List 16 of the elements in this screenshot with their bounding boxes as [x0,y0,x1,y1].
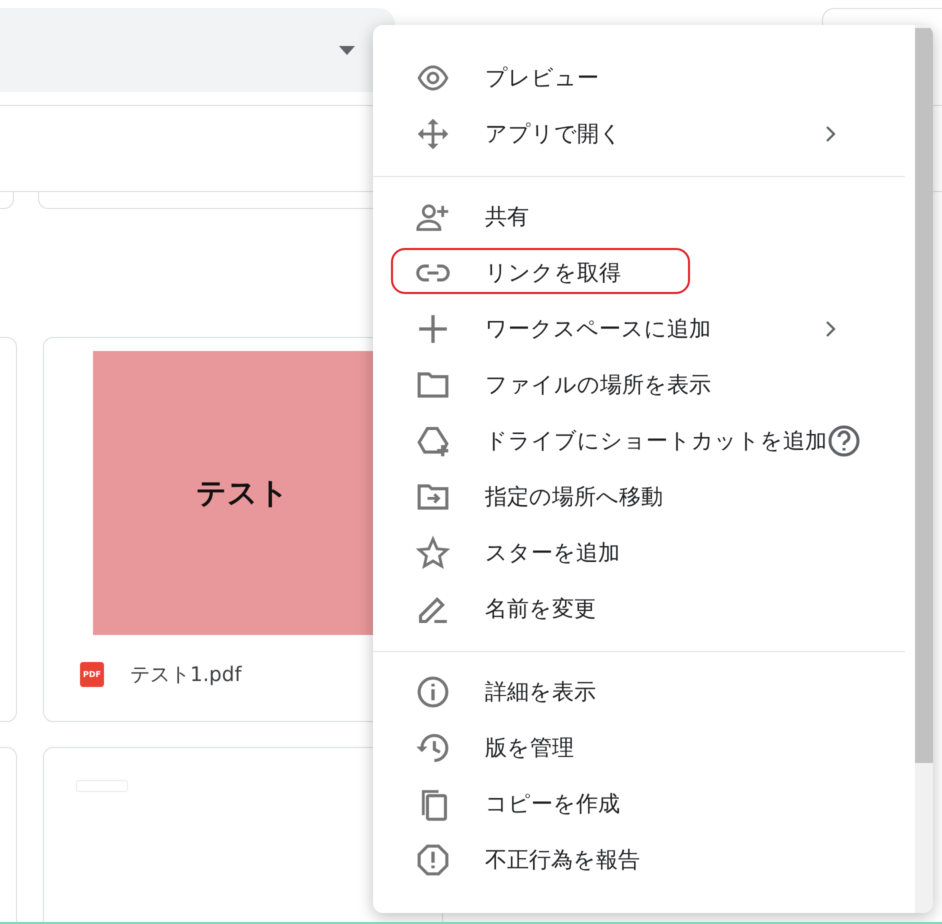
menu-item[interactable]: アプリで開く [373,106,905,162]
file-name: テスト1.pdf [130,661,242,688]
scrollbar[interactable] [915,25,933,913]
menu-item[interactable]: リンクを取得 [373,245,905,301]
move-arrows-icon [415,116,451,152]
menu-item[interactable]: プレビュー [373,50,905,106]
menu-item[interactable]: コピーを作成 [373,776,905,832]
star-icon [415,535,451,571]
help-icon[interactable] [827,424,861,458]
info-icon [415,674,451,710]
pdf-file-icon: PDF [80,662,104,687]
warning-icon [415,842,451,878]
menu-item[interactable]: 共有 [373,189,905,245]
dropdown-caret-icon[interactable] [339,46,355,54]
menu-item[interactable]: 版を管理 [373,720,905,776]
menu-item[interactable]: 不正行為を報告 [373,832,905,888]
